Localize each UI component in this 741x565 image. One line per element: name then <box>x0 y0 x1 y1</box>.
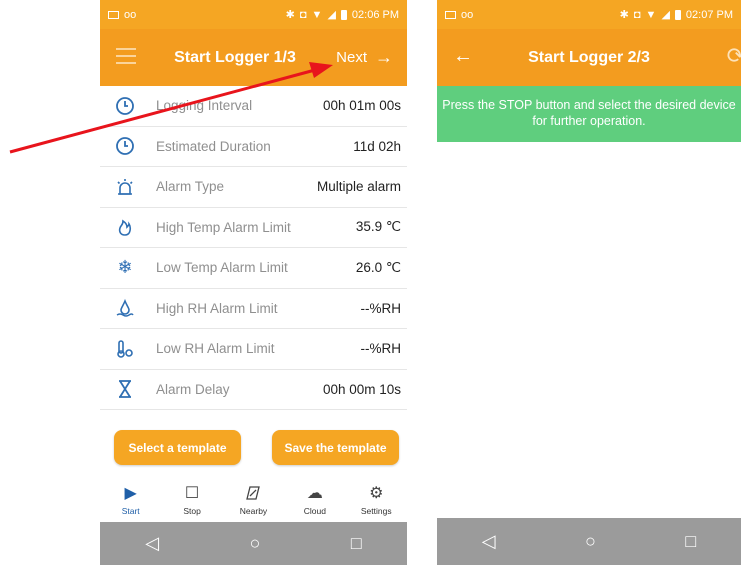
nav-settings[interactable]: ⚙ Settings <box>349 482 404 516</box>
row-label: Alarm Type <box>156 179 225 195</box>
home-circle-icon[interactable]: ○ <box>585 531 596 552</box>
nav-label: Cloud <box>303 506 326 516</box>
clock-icon <box>114 135 136 157</box>
logger-screen-step-1: oo ✱ ◘ ▼ ◢ 02:06 PM Start Logger 1/3 Nex… <box>100 0 407 565</box>
status-bar: oo ✱ ◘ ▼ ◢ 02:06 PM <box>100 0 407 29</box>
back-triangle-icon[interactable]: ◁ <box>482 531 496 552</box>
wifi-icon: ▼ <box>645 8 657 21</box>
recents-square-icon[interactable]: □ <box>351 533 362 554</box>
list-item-low-temp-alarm[interactable]: ❄ Low Temp Alarm Limit 26.0 ℃ <box>100 248 407 289</box>
status-time: 02:06 PM <box>351 8 399 21</box>
settings-list: Logging Interval 00h 01m 00s Estimated D… <box>100 86 407 410</box>
app-bar: ← Start Logger 2/3 ⟳ <box>437 29 741 86</box>
row-value: 35.9 ℃ <box>355 219 401 235</box>
select-template-button[interactable]: Select a template <box>114 430 241 465</box>
nav-cloud[interactable]: ☁ Cloud <box>287 482 342 516</box>
wifi-icon: ▼ <box>311 8 323 21</box>
row-value: 26.0 ℃ <box>355 259 401 275</box>
row-label: Low RH Alarm Limit <box>156 341 275 357</box>
template-buttons: Select a template Save the template <box>114 430 399 465</box>
home-circle-icon[interactable]: ○ <box>250 533 261 554</box>
list-item-high-temp-alarm[interactable]: High Temp Alarm Limit 35.9 ℃ <box>100 208 407 248</box>
snowflake-icon: ❄ <box>117 257 133 278</box>
list-item-estimated-duration[interactable]: Estimated Duration 11d 02h <box>100 127 407 167</box>
status-left-text: oo <box>124 8 137 21</box>
next-button[interactable]: Next → <box>336 47 393 68</box>
battery-icon <box>340 9 347 20</box>
screenshot-icon <box>445 10 456 19</box>
nav-label: Start <box>121 506 140 516</box>
humidity-low-icon <box>114 338 136 360</box>
row-value: --%RH <box>360 300 402 316</box>
logger-screen-step-2: oo ✱ ◘ ▼ ◢ 02:07 PM ← Start Logger 2/3 ⟳… <box>437 0 741 565</box>
clock-icon <box>114 95 136 117</box>
list-item-low-rh-alarm[interactable]: Low RH Alarm Limit --%RH <box>100 329 407 370</box>
row-value: --%RH <box>360 341 402 357</box>
row-label: Low Temp Alarm Limit <box>156 260 288 276</box>
save-template-button[interactable]: Save the template <box>272 430 399 465</box>
row-label: High Temp Alarm Limit <box>156 219 291 235</box>
nav-stop[interactable]: ☐ Stop <box>165 482 220 516</box>
flame-icon <box>114 216 136 238</box>
bottom-nav: ▶ Start ☐ Stop Nearby ☁ Cloud ⚙ Settings <box>100 475 407 523</box>
row-value: 11d 02h <box>353 138 401 154</box>
list-item-alarm-type[interactable]: Alarm Type Multiple alarm <box>100 167 407 208</box>
refresh-icon[interactable]: ⟳ <box>727 43 741 69</box>
status-time: 02:07 PM <box>685 8 733 21</box>
row-label: High RH Alarm Limit <box>156 300 278 316</box>
vibrate-icon: ◘ <box>633 8 641 21</box>
page-title: Start Logger 1/3 <box>174 48 296 66</box>
gear-icon: ⚙ <box>369 485 384 502</box>
bluetooth-icon: ✱ <box>285 9 295 21</box>
screenshot-icon <box>108 10 119 19</box>
nav-label: Settings <box>360 506 392 516</box>
bluetooth-icon: ✱ <box>619 9 629 21</box>
nav-label: Nearby <box>239 506 268 516</box>
system-nav-bar: ◁ ○ □ <box>100 522 407 565</box>
app-bar: Start Logger 1/3 Next → <box>100 29 407 86</box>
row-label: Logging Interval <box>156 98 253 114</box>
hourglass-icon <box>114 378 136 400</box>
signal-icon: ◢ <box>661 9 670 21</box>
alarm-light-icon <box>114 176 136 198</box>
stop-icon: ☐ <box>184 485 200 502</box>
humidity-high-icon <box>114 297 136 319</box>
status-left-text: oo <box>461 8 474 21</box>
row-label: Estimated Duration <box>156 138 271 154</box>
battery-icon <box>674 9 681 20</box>
row-value: 00h 00m 10s <box>322 381 401 397</box>
vibrate-icon: ◘ <box>299 8 307 21</box>
page-title: Start Logger 2/3 <box>528 48 650 66</box>
play-icon: ▶ <box>124 485 137 502</box>
list-item-high-rh-alarm[interactable]: High RH Alarm Limit --%RH <box>100 289 407 329</box>
row-value: 00h 01m 00s <box>322 98 401 114</box>
list-item-logging-interval[interactable]: Logging Interval 00h 01m 00s <box>100 86 407 127</box>
arrow-right-icon: → <box>375 47 393 67</box>
row-value: Multiple alarm <box>316 179 401 195</box>
list-item-alarm-delay[interactable]: Alarm Delay 00h 00m 10s <box>100 370 407 410</box>
row-label: Alarm Delay <box>156 381 230 397</box>
status-bar: oo ✱ ◘ ▼ ◢ 02:07 PM <box>437 0 741 29</box>
nav-start[interactable]: ▶ Start <box>103 482 158 516</box>
nav-label: Stop <box>183 506 201 516</box>
signal-icon: ◢ <box>327 9 336 21</box>
back-triangle-icon[interactable]: ◁ <box>145 533 159 554</box>
cloud-icon: ☁ <box>306 485 323 502</box>
info-banner: Press the STOP button and select the des… <box>437 86 741 142</box>
recents-square-icon[interactable]: □ <box>685 531 696 552</box>
nav-nearby[interactable]: Nearby <box>226 482 281 516</box>
system-nav-bar: ◁ ○ □ <box>437 518 741 565</box>
next-label: Next <box>336 49 367 66</box>
nearby-icon <box>244 482 262 504</box>
